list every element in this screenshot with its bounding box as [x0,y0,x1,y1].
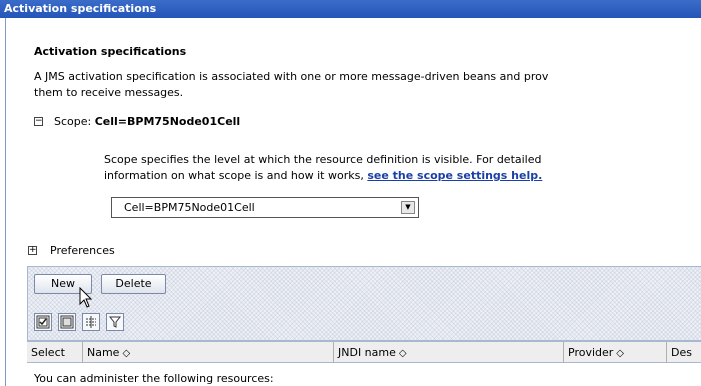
mouse-pointer-icon [79,287,93,308]
scope-heading: Scope: Cell=BPM75Node01Cell [54,115,240,128]
window-title: Activation specifications [4,2,157,15]
column-name[interactable]: Name ◇ [83,342,334,363]
scope-collapse-toggle[interactable]: − [34,117,43,126]
column-select-label: Select [31,346,65,359]
column-provider[interactable]: Provider ◇ [564,342,667,363]
scope-label: Scope: [54,115,92,128]
preferences-label[interactable]: Preferences [50,244,115,257]
window-title-bar: Activation specifications [0,0,701,18]
sort-icon[interactable]: ◇ [616,348,624,359]
column-jndi-name[interactable]: JNDI name ◇ [334,342,564,363]
table-message: You can administer the following resourc… [34,372,274,385]
deselect-all-icon[interactable] [58,313,76,331]
scope-select-value: Cell=BPM75Node01Cell [124,201,255,214]
scope-select[interactable]: Cell=BPM75Node01Cell ▼ [111,197,419,218]
description-line-1: A JMS activation specification is associ… [34,70,549,83]
chevron-down-icon[interactable]: ▼ [401,201,415,214]
preferences-expand-toggle[interactable]: + [28,246,37,255]
column-provider-label: Provider [568,346,614,359]
delete-button[interactable]: Delete [101,274,166,294]
column-select[interactable]: Select [27,342,83,363]
scope-help-line-1: Scope specifies the level at which the r… [104,153,542,166]
page-title: Activation specifications [34,45,187,58]
sort-icon[interactable]: ◇ [122,348,130,359]
column-name-label: Name [87,346,120,359]
table-header: Select Name ◇ JNDI name ◇ Provider ◇ Des [27,341,701,363]
column-description-label: Des [671,346,692,359]
scope-settings-help-link[interactable]: see the scope settings help. [367,169,542,182]
page-description: A JMS activation specification is associ… [34,69,701,101]
scope-help-text: Scope specifies the level at which the r… [104,152,684,184]
sort-icon[interactable]: ◇ [399,348,407,359]
clear-filter-icon[interactable] [106,313,124,331]
show-filter-icon[interactable] [82,313,100,331]
scope-help-line-2: information on what scope is and how it … [104,169,364,182]
column-jndi-label: JNDI name [338,346,396,359]
scope-value: Cell=BPM75Node01Cell [94,115,241,128]
description-line-2: them to receive messages. [34,86,184,99]
column-description[interactable]: Des [667,342,701,363]
select-all-icon[interactable] [34,313,52,331]
